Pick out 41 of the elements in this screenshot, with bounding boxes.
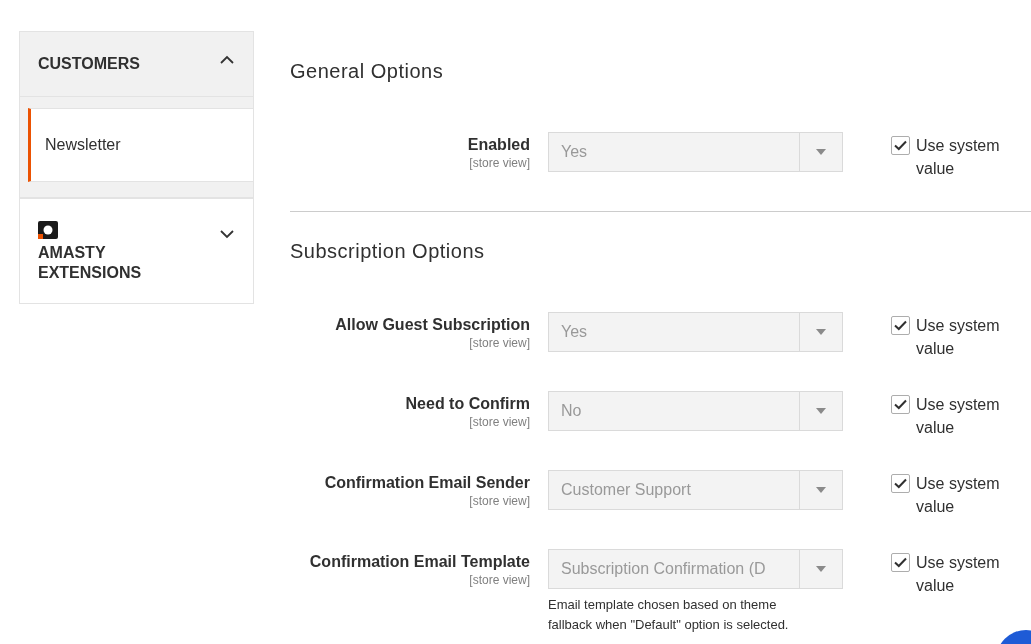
select-value: Yes (560, 142, 589, 162)
checkmark-icon (894, 478, 907, 489)
checkmark-icon (894, 399, 907, 410)
section-header[interactable]: CUSTOMERS (19, 31, 254, 97)
field-label: Confirmation Email Sender (324, 473, 530, 493)
dropdown-arrow-icon (816, 566, 826, 572)
checkbox-label: Use system value (916, 136, 1001, 179)
field-label: Allow Guest Subscription (335, 315, 530, 335)
checkbox-label: Use system value (916, 316, 1001, 359)
group-title: Subscription Options (290, 239, 486, 264)
scope-label: [store view] (469, 493, 530, 509)
scope-label: [store view] (469, 335, 530, 351)
dropdown-arrow-icon (816, 329, 826, 335)
scope-label: [store view] (469, 155, 530, 171)
chevron-up-icon (219, 54, 235, 64)
checkmark-icon (894, 140, 907, 151)
group-title: General Options (290, 59, 445, 84)
section-header[interactable]: AMASTY EXTENSIONS (19, 198, 254, 304)
scope-label: [store view] (469, 414, 530, 430)
checkbox-label: Use system value (916, 395, 1001, 438)
section-title: AMASTY EXTENSIONS (38, 243, 143, 283)
field-note: Email template chosen based on theme fallback when "Default" option is selected. (548, 596, 790, 634)
checkbox-label: Use system value (916, 553, 1001, 596)
dropdown-arrow-icon (816, 149, 826, 155)
section-title: CUSTOMERS (38, 54, 140, 74)
select-value: No (560, 401, 583, 421)
sidebar-item[interactable]: Newsletter (28, 108, 253, 182)
logo-icon (38, 221, 58, 239)
checkbox-label: Use system value (916, 474, 1001, 517)
field-label: Confirmation Email Template (309, 552, 530, 572)
field-label: Need to Confirm (405, 394, 530, 414)
chevron-down-icon (219, 229, 235, 239)
scope-label: [store view] (469, 572, 530, 588)
select-value: Subscription Confirmation (D (560, 559, 767, 579)
checkmark-icon (894, 320, 907, 331)
select-value: Customer Support (560, 480, 692, 500)
dropdown-arrow-icon (816, 487, 826, 493)
checkmark-icon (894, 557, 907, 568)
dropdown-arrow-icon (816, 408, 826, 414)
select-value: Yes (560, 322, 589, 342)
field-label: Enabled (467, 135, 530, 155)
